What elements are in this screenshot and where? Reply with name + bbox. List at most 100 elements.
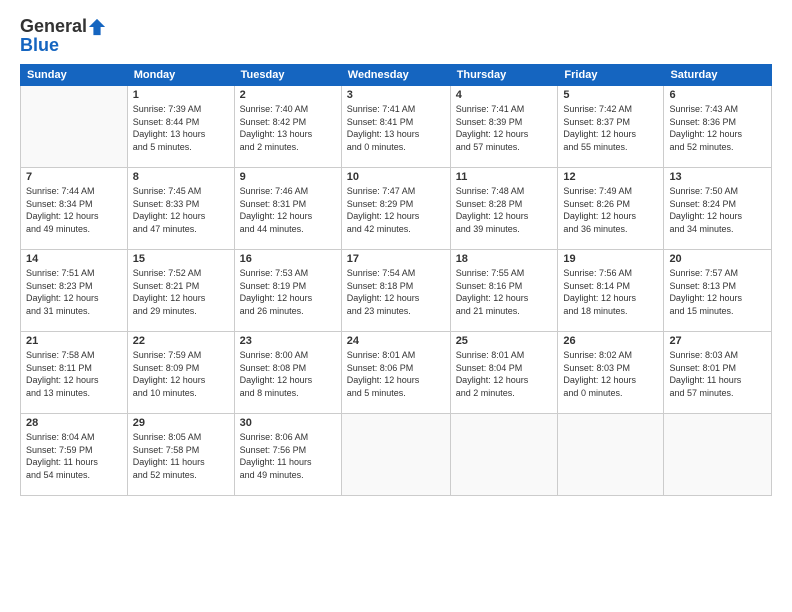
header: General Blue [20, 16, 772, 56]
calendar-cell: 3 Sunrise: 7:41 AM Sunset: 8:41 PM Daylig… [341, 86, 450, 168]
day-number: 19 [563, 253, 658, 265]
day-info: Sunrise: 7:39 AM Sunset: 8:44 PM Dayligh… [133, 103, 229, 153]
day-of-week-header: Saturday [664, 65, 772, 86]
day-info: Sunrise: 8:03 AM Sunset: 8:01 PM Dayligh… [669, 349, 766, 399]
day-of-week-header: Tuesday [234, 65, 341, 86]
calendar-cell: 24 Sunrise: 8:01 AM Sunset: 8:06 PM Dayli… [341, 332, 450, 414]
calendar-cell: 8 Sunrise: 7:45 AM Sunset: 8:33 PM Daylig… [127, 168, 234, 250]
day-info: Sunrise: 7:42 AM Sunset: 8:37 PM Dayligh… [563, 103, 658, 153]
calendar-cell: 30 Sunrise: 8:06 AM Sunset: 7:56 PM Dayli… [234, 414, 341, 496]
calendar-cell: 2 Sunrise: 7:40 AM Sunset: 8:42 PM Daylig… [234, 86, 341, 168]
logo-icon [88, 18, 106, 36]
day-number: 10 [347, 171, 445, 183]
day-info: Sunrise: 7:45 AM Sunset: 8:33 PM Dayligh… [133, 185, 229, 235]
calendar-cell: 19 Sunrise: 7:56 AM Sunset: 8:14 PM Dayli… [558, 250, 664, 332]
day-number: 2 [240, 89, 336, 101]
day-number: 22 [133, 335, 229, 347]
day-number: 23 [240, 335, 336, 347]
calendar-cell: 13 Sunrise: 7:50 AM Sunset: 8:24 PM Dayli… [664, 168, 772, 250]
day-number: 9 [240, 171, 336, 183]
calendar-cell: 4 Sunrise: 7:41 AM Sunset: 8:39 PM Daylig… [450, 86, 558, 168]
calendar-cell: 15 Sunrise: 7:52 AM Sunset: 8:21 PM Dayli… [127, 250, 234, 332]
logo: General Blue [20, 16, 107, 56]
day-number: 26 [563, 335, 658, 347]
logo-container: General Blue [20, 16, 107, 56]
day-of-week-header: Monday [127, 65, 234, 86]
logo-general-text: General [20, 16, 87, 37]
calendar-cell: 23Sunrise: 8:00 AM Sunset: 8:08 PM Dayli… [234, 332, 341, 414]
calendar-cell: 11 Sunrise: 7:48 AM Sunset: 8:28 PM Dayli… [450, 168, 558, 250]
day-info: Sunrise: 7:48 AM Sunset: 8:28 PM Dayligh… [456, 185, 553, 235]
day-info: Sunrise: 7:46 AM Sunset: 8:31 PM Dayligh… [240, 185, 336, 235]
day-info: Sunrise: 7:55 AM Sunset: 8:16 PM Dayligh… [456, 267, 553, 317]
calendar-cell: 12Sunrise: 7:49 AM Sunset: 8:26 PM Dayli… [558, 168, 664, 250]
day-number: 18 [456, 253, 553, 265]
calendar-cell: 16Sunrise: 7:53 AM Sunset: 8:19 PM Dayli… [234, 250, 341, 332]
day-info: Sunrise: 7:41 AM Sunset: 8:41 PM Dayligh… [347, 103, 445, 153]
day-info: Sunrise: 7:50 AM Sunset: 8:24 PM Dayligh… [669, 185, 766, 235]
calendar-week-row: 21Sunrise: 7:58 AM Sunset: 8:11 PM Dayli… [21, 332, 772, 414]
logo-blue-text: Blue [20, 35, 107, 56]
calendar-cell [450, 414, 558, 496]
calendar-week-row: 1 Sunrise: 7:39 AM Sunset: 8:44 PM Daylig… [21, 86, 772, 168]
calendar-cell [558, 414, 664, 496]
day-info: Sunrise: 7:40 AM Sunset: 8:42 PM Dayligh… [240, 103, 336, 153]
calendar-cell: 5 Sunrise: 7:42 AM Sunset: 8:37 PM Daylig… [558, 86, 664, 168]
day-number: 30 [240, 417, 336, 429]
day-number: 4 [456, 89, 553, 101]
calendar-cell: 10 Sunrise: 7:47 AM Sunset: 8:29 PM Dayli… [341, 168, 450, 250]
calendar-cell: 9 Sunrise: 7:46 AM Sunset: 8:31 PM Daylig… [234, 168, 341, 250]
day-info: Sunrise: 8:02 AM Sunset: 8:03 PM Dayligh… [563, 349, 658, 399]
calendar-cell: 21Sunrise: 7:58 AM Sunset: 8:11 PM Dayli… [21, 332, 128, 414]
day-info: Sunrise: 8:01 AM Sunset: 8:06 PM Dayligh… [347, 349, 445, 399]
day-number: 17 [347, 253, 445, 265]
day-number: 5 [563, 89, 658, 101]
day-info: Sunrise: 7:44 AM Sunset: 8:34 PM Dayligh… [26, 185, 122, 235]
day-info: Sunrise: 7:43 AM Sunset: 8:36 PM Dayligh… [669, 103, 766, 153]
day-number: 20 [669, 253, 766, 265]
day-number: 14 [26, 253, 122, 265]
day-number: 6 [669, 89, 766, 101]
calendar-cell: 6 Sunrise: 7:43 AM Sunset: 8:36 PM Daylig… [664, 86, 772, 168]
day-info: Sunrise: 7:52 AM Sunset: 8:21 PM Dayligh… [133, 267, 229, 317]
day-number: 11 [456, 171, 553, 183]
calendar-week-row: 7 Sunrise: 7:44 AM Sunset: 8:34 PM Daylig… [21, 168, 772, 250]
day-number: 7 [26, 171, 122, 183]
calendar-cell: 29Sunrise: 8:05 AM Sunset: 7:58 PM Dayli… [127, 414, 234, 496]
day-number: 1 [133, 89, 229, 101]
calendar-cell: 7 Sunrise: 7:44 AM Sunset: 8:34 PM Daylig… [21, 168, 128, 250]
day-info: Sunrise: 7:57 AM Sunset: 8:13 PM Dayligh… [669, 267, 766, 317]
calendar-cell: 27 Sunrise: 8:03 AM Sunset: 8:01 PM Dayli… [664, 332, 772, 414]
day-info: Sunrise: 7:59 AM Sunset: 8:09 PM Dayligh… [133, 349, 229, 399]
day-number: 25 [456, 335, 553, 347]
day-info: Sunrise: 8:05 AM Sunset: 7:58 PM Dayligh… [133, 431, 229, 481]
day-info: Sunrise: 7:53 AM Sunset: 8:19 PM Dayligh… [240, 267, 336, 317]
calendar-cell: 1 Sunrise: 7:39 AM Sunset: 8:44 PM Daylig… [127, 86, 234, 168]
day-of-week-header: Thursday [450, 65, 558, 86]
day-number: 13 [669, 171, 766, 183]
day-info: Sunrise: 7:58 AM Sunset: 8:11 PM Dayligh… [26, 349, 122, 399]
calendar-cell: 25Sunrise: 8:01 AM Sunset: 8:04 PM Dayli… [450, 332, 558, 414]
day-info: Sunrise: 8:04 AM Sunset: 7:59 PM Dayligh… [26, 431, 122, 481]
day-info: Sunrise: 7:47 AM Sunset: 8:29 PM Dayligh… [347, 185, 445, 235]
day-info: Sunrise: 7:56 AM Sunset: 8:14 PM Dayligh… [563, 267, 658, 317]
day-info: Sunrise: 8:06 AM Sunset: 7:56 PM Dayligh… [240, 431, 336, 481]
calendar-cell: 26 Sunrise: 8:02 AM Sunset: 8:03 PM Dayli… [558, 332, 664, 414]
day-number: 15 [133, 253, 229, 265]
day-info: Sunrise: 7:41 AM Sunset: 8:39 PM Dayligh… [456, 103, 553, 153]
day-of-week-header: Sunday [21, 65, 128, 86]
calendar-cell: 22 Sunrise: 7:59 AM Sunset: 8:09 PM Dayli… [127, 332, 234, 414]
day-info: Sunrise: 7:51 AM Sunset: 8:23 PM Dayligh… [26, 267, 122, 317]
day-info: Sunrise: 7:49 AM Sunset: 8:26 PM Dayligh… [563, 185, 658, 235]
day-info: Sunrise: 7:54 AM Sunset: 8:18 PM Dayligh… [347, 267, 445, 317]
calendar-header-row: SundayMondayTuesdayWednesdayThursdayFrid… [21, 65, 772, 86]
day-number: 27 [669, 335, 766, 347]
day-of-week-header: Friday [558, 65, 664, 86]
day-number: 8 [133, 171, 229, 183]
day-number: 24 [347, 335, 445, 347]
day-number: 3 [347, 89, 445, 101]
calendar-week-row: 14 Sunrise: 7:51 AM Sunset: 8:23 PM Dayli… [21, 250, 772, 332]
calendar-cell [341, 414, 450, 496]
day-number: 28 [26, 417, 122, 429]
calendar-cell [664, 414, 772, 496]
